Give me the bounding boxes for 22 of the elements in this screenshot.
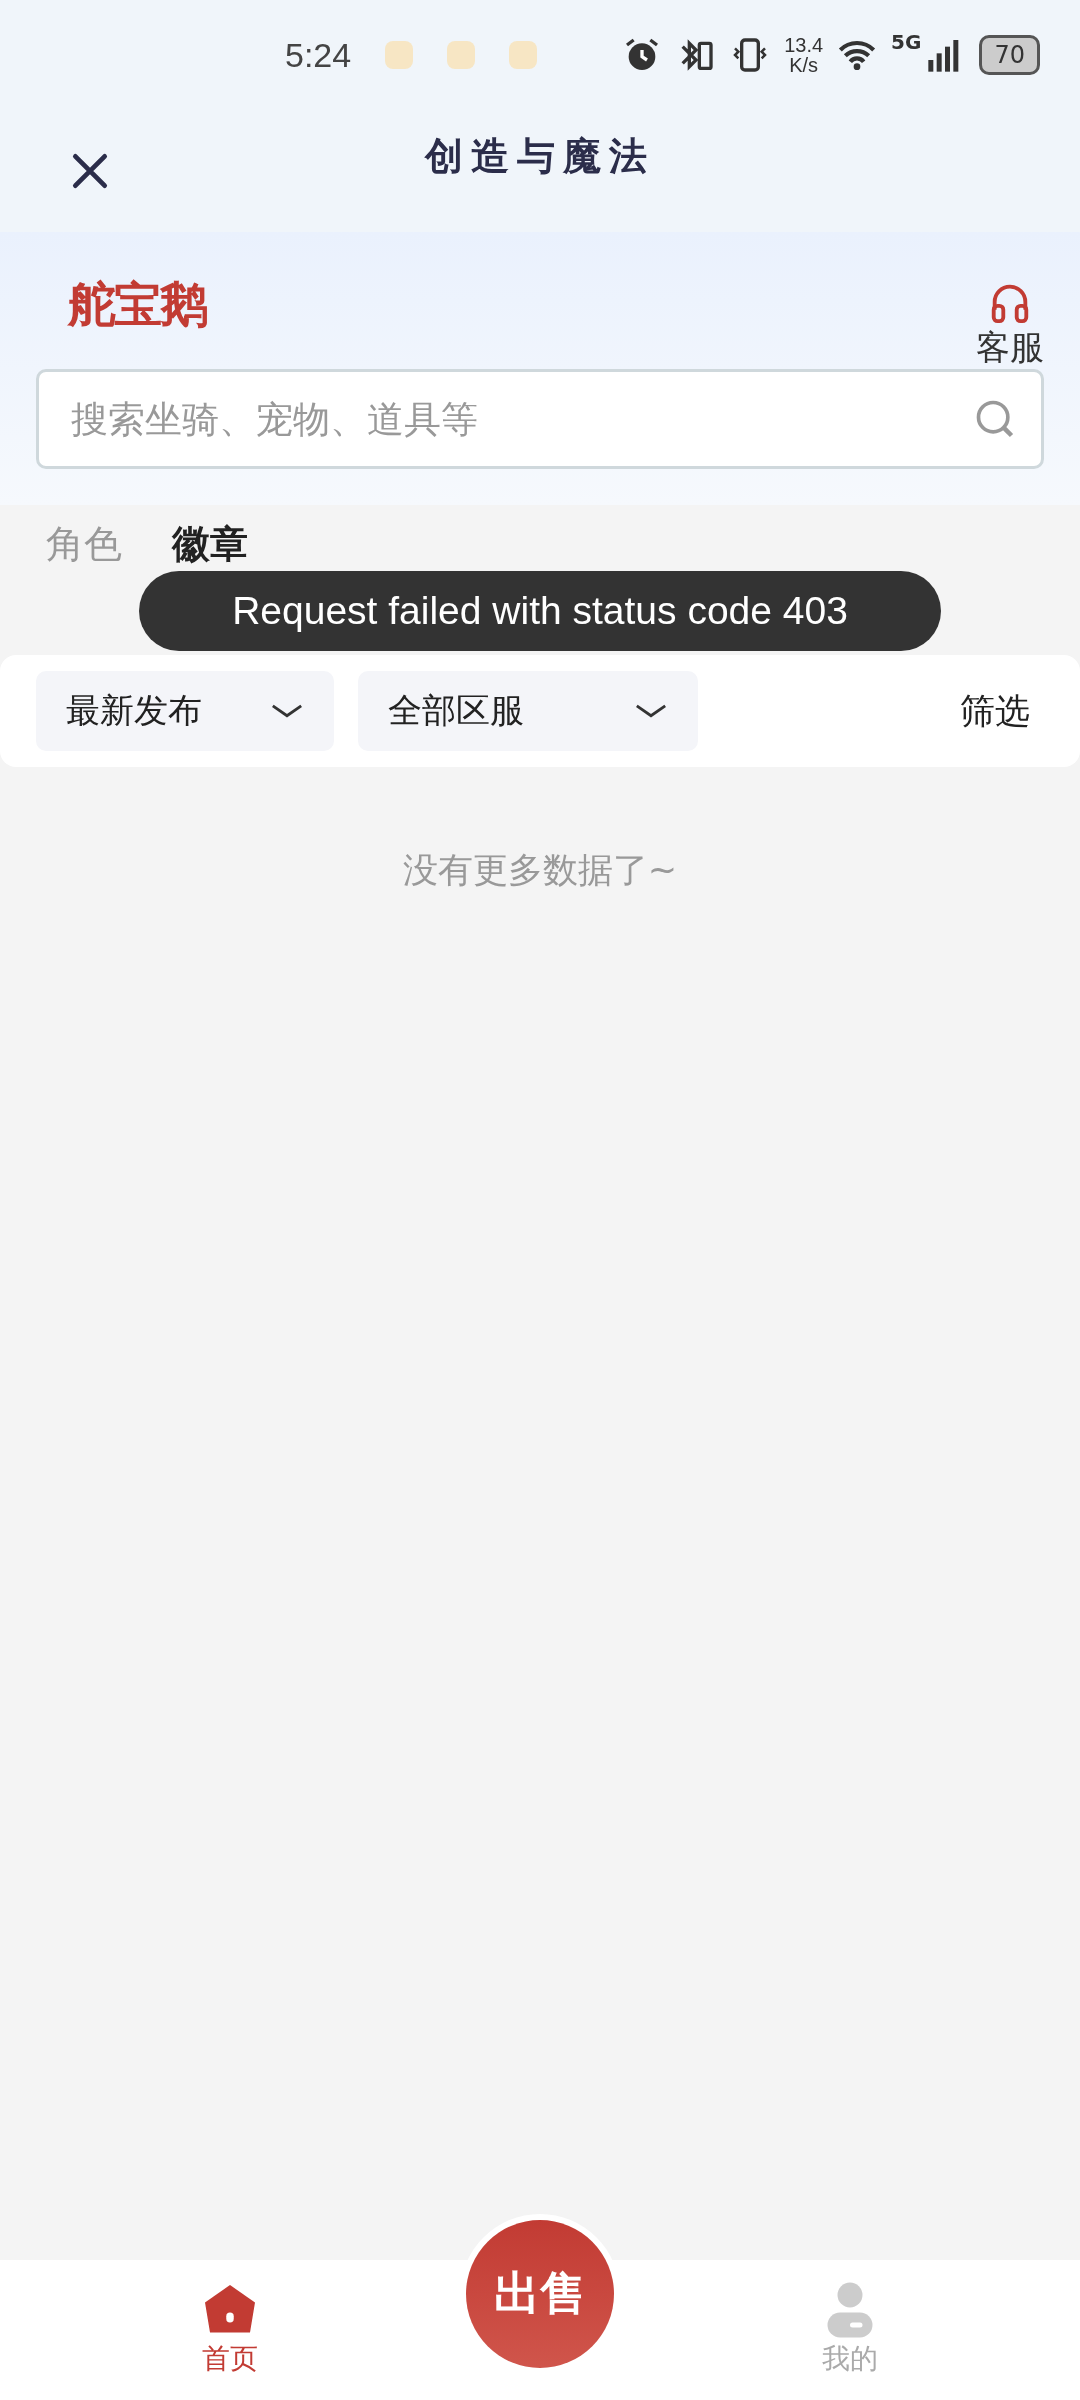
network-speed: 13.4 K/s bbox=[784, 35, 824, 75]
filter-dropdown[interactable]: 全部区服 bbox=[358, 671, 698, 751]
notification-icon bbox=[509, 41, 538, 69]
chevron-down-icon bbox=[634, 702, 668, 720]
sell-button[interactable]: 出售 bbox=[466, 2220, 614, 2368]
search-input[interactable]: 搜索坐骑、宠物、道具等 bbox=[69, 396, 973, 442]
brand-logo: 舵宝鹅 bbox=[68, 274, 206, 334]
toast-message: Request failed with status code 403 bbox=[139, 571, 941, 651]
search-field[interactable]: 搜索坐骑、宠物、道具等 bbox=[36, 369, 1044, 469]
chevron-down-icon bbox=[270, 702, 304, 720]
page-title: 创造与魔法 bbox=[425, 131, 655, 180]
notification-icon bbox=[447, 41, 476, 69]
network-type: 5G bbox=[891, 30, 922, 54]
notification-icon bbox=[385, 41, 414, 69]
filter-dropdown[interactable]: 最新发布 bbox=[36, 671, 334, 751]
tab[interactable]: 徽章 bbox=[172, 519, 248, 570]
battery-level: 70 bbox=[979, 35, 1040, 75]
nav-item[interactable]: 首页 bbox=[0, 2260, 460, 2378]
customer-service-button[interactable]: 客服 bbox=[976, 278, 1044, 371]
empty-message: 没有更多数据了~ bbox=[401, 849, 679, 892]
filter-button[interactable]: 筛选 bbox=[960, 687, 1044, 735]
status-time: 5:24 bbox=[285, 35, 352, 75]
